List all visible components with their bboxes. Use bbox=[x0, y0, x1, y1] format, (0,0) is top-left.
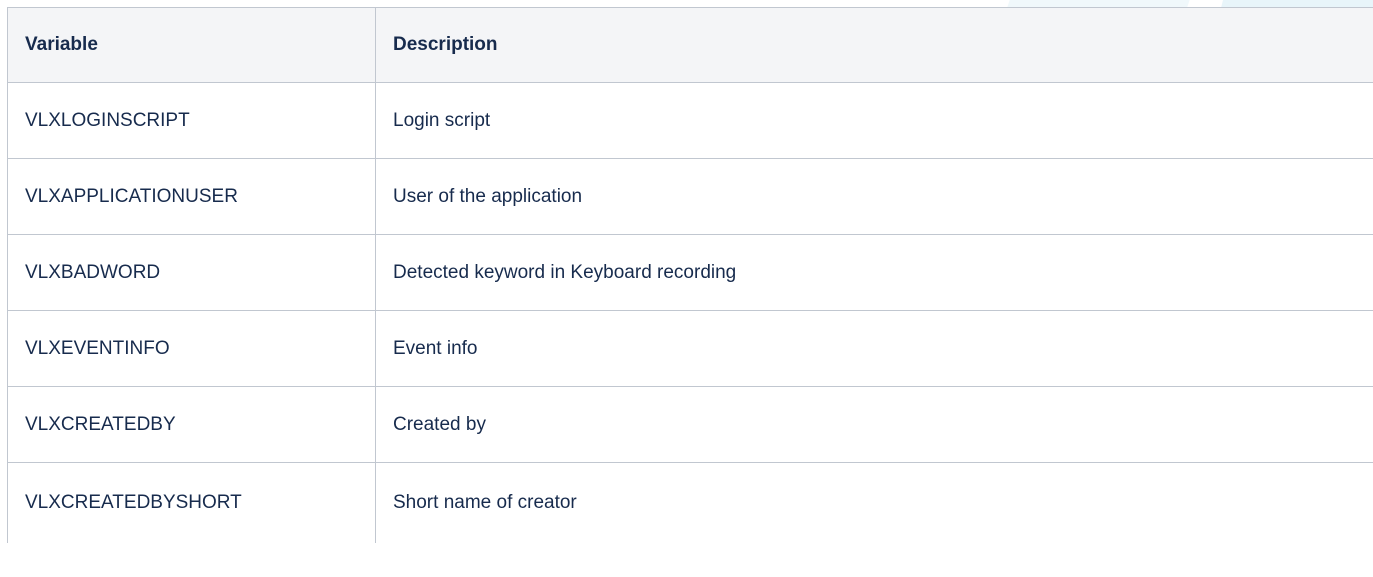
table-row: VLXCREATEDBY Created by bbox=[7, 386, 1373, 463]
table-row: VLXCREATEDBYSHORT Short name of creator bbox=[7, 462, 1373, 543]
variable-cell: VLXBADWORD bbox=[7, 234, 376, 311]
variable-cell: VLXAPPLICATIONUSER bbox=[7, 158, 376, 235]
description-cell: Event info bbox=[375, 310, 1373, 387]
table-row: VLXLOGINSCRIPT Login script bbox=[7, 82, 1373, 159]
page: Variable Description VLXLOGINSCRIPT Logi… bbox=[0, 0, 1373, 577]
table-row: VLXBADWORD Detected keyword in Keyboard … bbox=[7, 234, 1373, 311]
variable-cell: VLXEVENTINFO bbox=[7, 310, 376, 387]
table-row: VLXEVENTINFO Event info bbox=[7, 310, 1373, 387]
variable-cell: VLXCREATEDBY bbox=[7, 386, 376, 463]
variables-table: Variable Description VLXLOGINSCRIPT Logi… bbox=[7, 7, 1373, 543]
description-cell: Short name of creator bbox=[375, 462, 1373, 543]
column-header-variable: Variable bbox=[7, 7, 376, 83]
description-cell: User of the application bbox=[375, 158, 1373, 235]
variable-cell: VLXLOGINSCRIPT bbox=[7, 82, 376, 159]
description-cell: Created by bbox=[375, 386, 1373, 463]
table-header-row: Variable Description bbox=[7, 7, 1373, 83]
variable-cell: VLXCREATEDBYSHORT bbox=[7, 462, 376, 543]
column-header-description: Description bbox=[375, 7, 1373, 83]
description-cell: Detected keyword in Keyboard recording bbox=[375, 234, 1373, 311]
table-row: VLXAPPLICATIONUSER User of the applicati… bbox=[7, 158, 1373, 235]
description-cell: Login script bbox=[375, 82, 1373, 159]
variables-table-container: Variable Description VLXLOGINSCRIPT Logi… bbox=[7, 7, 1373, 577]
